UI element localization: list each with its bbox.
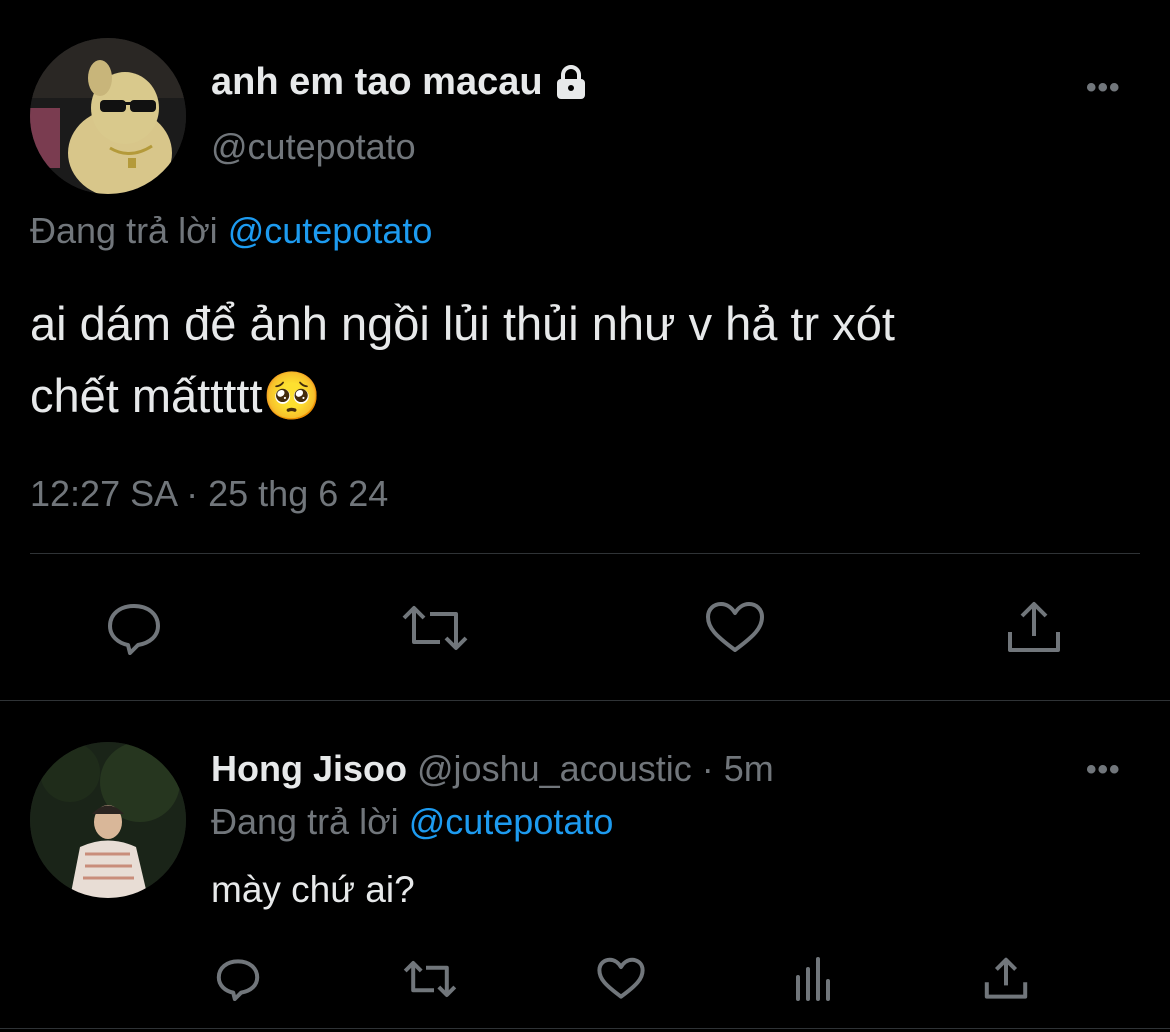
reply-header: Hong Jisoo @joshu_acoustic · 5m [211, 748, 774, 790]
more-options-icon[interactable]: ••• [1086, 73, 1121, 103]
divider-bottom [0, 700, 1170, 701]
reply-replying-to-line: Đang trả lời @cutepotato [211, 801, 613, 843]
reply-text: mày chứ ai? [211, 869, 415, 910]
reply-reply-icon[interactable] [214, 955, 262, 1003]
main-handle[interactable]: @cutepotato [211, 126, 416, 168]
avatar-reply[interactable] [30, 742, 186, 898]
heart-icon[interactable] [704, 598, 766, 658]
share-icon[interactable] [1004, 598, 1064, 658]
tweet-text-line1: ai dám để ảnh ngồi lủi thủi như v hả tr … [30, 297, 895, 350]
tweet-text-line2: chết mấttttt🥺 [30, 360, 1150, 432]
tweet-text: ai dám để ảnh ngồi lủi thủi như v hả tr … [30, 288, 1150, 432]
display-name-text: anh em tao macau [211, 61, 543, 103]
reply-replying-prefix: Đang trả lời [211, 801, 399, 842]
main-display-name[interactable]: anh em tao macau [211, 60, 591, 104]
pleading-face-emoji: 🥺 [262, 369, 322, 422]
reply-replying-mention-link[interactable]: @cutepotato [409, 801, 614, 842]
replying-mention-link[interactable]: @cutepotato [228, 210, 433, 251]
replying-prefix: Đang trả lời [30, 210, 218, 251]
avatar-main[interactable] [30, 38, 186, 194]
divider-end [0, 1028, 1170, 1029]
reply-icon[interactable] [104, 598, 164, 658]
retweet-icon[interactable] [400, 598, 470, 658]
reply-heart-icon[interactable] [596, 955, 646, 1003]
reply-display-name[interactable]: Hong Jisoo [211, 748, 407, 789]
lock-icon [551, 62, 591, 102]
reply-retweet-icon[interactable] [402, 955, 458, 1003]
reply-handle-time[interactable]: @joshu_acoustic · 5m [417, 748, 774, 789]
avatar-person-image [30, 742, 186, 898]
tweet-text-line2-text: chết mấttttt [30, 369, 263, 422]
avatar-dog-image [30, 38, 186, 194]
views-icon[interactable] [790, 955, 838, 1003]
replying-to-line: Đang trả lời @cutepotato [30, 210, 432, 252]
reply-share-icon[interactable] [982, 955, 1030, 1003]
reply-more-options-icon[interactable]: ••• [1086, 755, 1121, 785]
tweet-timestamp[interactable]: 12:27 SA · 25 thg 6 24 [30, 473, 388, 515]
divider-top [30, 553, 1140, 554]
